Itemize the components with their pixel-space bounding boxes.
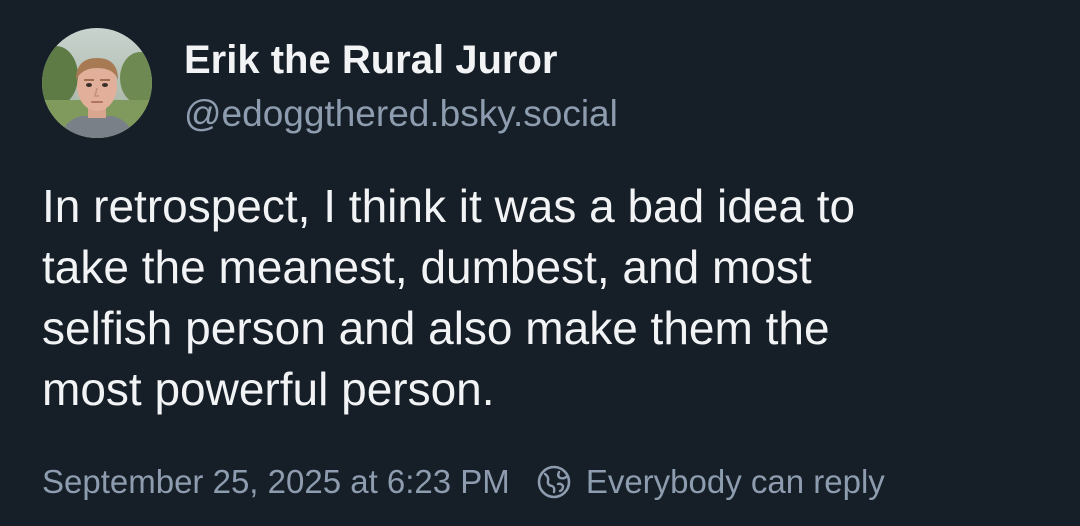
post-card: Erik the Rural Juror @edoggthered.bsky.s… bbox=[0, 0, 1080, 526]
post-text-line: take the meanest, dumbest, and most bbox=[42, 241, 812, 293]
post-text-line: selfish person and also make them the bbox=[42, 302, 830, 354]
post-meta: September 25, 2025 at 6:23 PM Everybody … bbox=[42, 460, 885, 504]
author-handle[interactable]: @edoggthered.bsky.social bbox=[184, 92, 618, 136]
globe-icon bbox=[536, 464, 572, 500]
reply-setting-label[interactable]: Everybody can reply bbox=[586, 463, 885, 501]
post-text-line: In retrospect, I think it was a bad idea… bbox=[42, 180, 856, 232]
post-timestamp[interactable]: September 25, 2025 at 6:23 PM bbox=[42, 463, 510, 501]
avatar[interactable] bbox=[42, 28, 152, 138]
author-display-name[interactable]: Erik the Rural Juror bbox=[184, 36, 557, 84]
post-text-line: most powerful person. bbox=[42, 363, 495, 415]
post-text: In retrospect, I think it was a bad idea… bbox=[42, 176, 1042, 420]
avatar-photo-icon bbox=[42, 28, 152, 138]
